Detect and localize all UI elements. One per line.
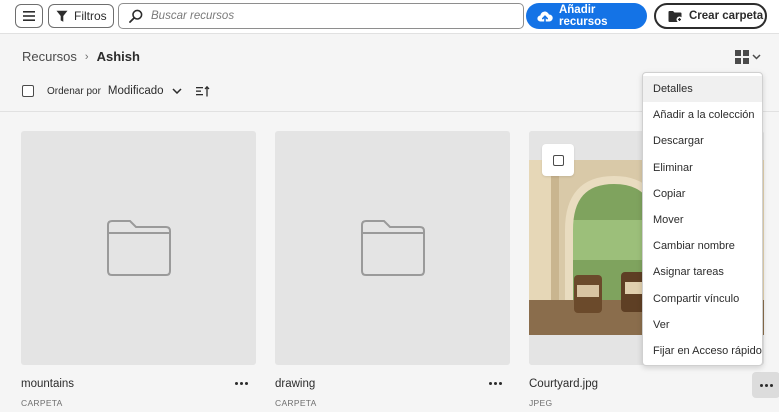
sort-bar: Ordenar por Modificado — [22, 85, 210, 97]
menu-button[interactable] — [15, 4, 43, 28]
asset-name[interactable]: Courtyard.jpg — [529, 378, 598, 390]
asset-thumbnail[interactable] — [21, 131, 256, 365]
asset-select-checkbox[interactable] — [542, 144, 574, 176]
breadcrumb-parent[interactable]: Recursos — [22, 49, 77, 64]
menu-item-details[interactable]: Detalles — [643, 76, 762, 103]
hamburger-menu-icon — [23, 11, 35, 21]
top-toolbar: Filtros Añadir recursos Crear carpeta — [0, 0, 779, 34]
menu-item-download[interactable]: Descargar — [643, 128, 762, 154]
create-folder-button[interactable]: Crear carpeta — [654, 3, 767, 29]
asset-type: CARPETA — [21, 398, 63, 408]
filters-button[interactable]: Filtros — [48, 4, 114, 28]
chevron-down-icon[interactable] — [172, 88, 182, 94]
folder-icon — [106, 220, 171, 276]
menu-item-copy[interactable]: Copiar — [643, 181, 762, 207]
grid-view-icon — [735, 50, 749, 64]
sort-order-icon[interactable] — [195, 85, 210, 97]
menu-item-delete[interactable]: Eliminar — [643, 155, 762, 181]
breadcrumb-current: Ashish — [96, 49, 140, 64]
select-all-checkbox[interactable] — [22, 85, 34, 97]
sort-dropdown[interactable]: Modificado — [108, 85, 164, 97]
filters-label: Filtros — [74, 9, 107, 23]
add-assets-label: Añadir recursos — [558, 4, 608, 28]
menu-item-view[interactable]: Ver — [643, 312, 762, 338]
menu-item-share-link[interactable]: Compartir vínculo — [643, 286, 762, 312]
cloud-upload-icon — [537, 11, 553, 23]
search-input[interactable] — [151, 10, 511, 22]
breadcrumb-separator: › — [84, 50, 89, 63]
asset-name[interactable]: drawing — [275, 378, 315, 390]
menu-item-move[interactable]: Mover — [643, 207, 762, 233]
checkbox-icon — [552, 154, 564, 166]
more-icon — [234, 381, 248, 385]
asset-card[interactable]: drawing CARPETA — [275, 131, 510, 408]
breadcrumb: Recursos › Ashish — [22, 49, 140, 64]
more-actions-button[interactable] — [484, 375, 506, 391]
more-icon — [488, 381, 502, 385]
more-actions-button[interactable] — [230, 375, 252, 391]
create-folder-label: Crear carpeta — [689, 10, 764, 22]
menu-item-rename[interactable]: Cambiar nombre — [643, 233, 762, 259]
folder-icon — [360, 220, 425, 276]
funnel-icon — [56, 10, 68, 22]
more-icon — [759, 383, 773, 387]
chevron-down-icon — [752, 54, 761, 60]
more-actions-button[interactable] — [752, 372, 779, 398]
view-toggle-button[interactable] — [735, 50, 761, 64]
search-field[interactable] — [118, 3, 524, 29]
menu-item-pin-quick-access[interactable]: Fijar en Acceso rápido — [643, 338, 762, 364]
add-assets-button[interactable]: Añadir recursos — [526, 3, 647, 29]
asset-thumbnail[interactable] — [275, 131, 510, 365]
magnifier-icon — [129, 9, 143, 23]
sort-label: Ordenar por — [47, 85, 101, 97]
folder-add-icon — [668, 10, 683, 22]
menu-item-assign-tasks[interactable]: Asignar tareas — [643, 259, 762, 285]
asset-name[interactable]: mountains — [21, 378, 74, 390]
asset-card[interactable]: mountains CARPETA — [21, 131, 256, 408]
menu-item-add-to-collection[interactable]: Añadir a la colección — [643, 102, 762, 128]
asset-type: JPEG — [529, 398, 553, 408]
context-menu: Detalles Añadir a la colección Descargar… — [642, 72, 763, 366]
asset-type: CARPETA — [275, 398, 317, 408]
